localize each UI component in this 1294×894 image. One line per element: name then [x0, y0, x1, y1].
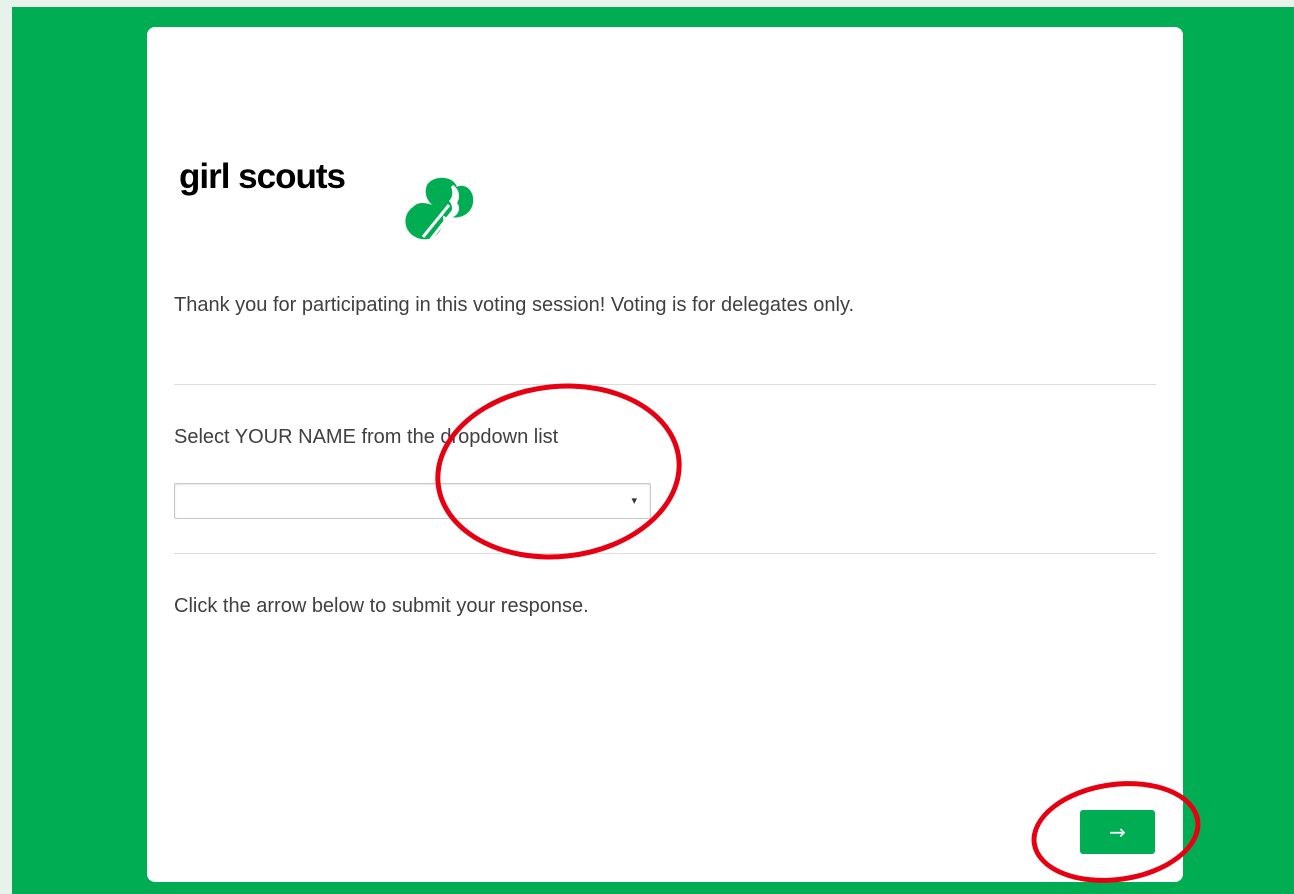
divider: [174, 553, 1156, 554]
logo-text: girl scouts: [179, 157, 346, 196]
trefoil-icon: [405, 177, 474, 240]
girl-scouts-logo: girl scouts: [179, 102, 474, 240]
submit-instruction: Click the arrow below to submit your res…: [174, 595, 589, 617]
divider: [174, 384, 1156, 385]
intro-text: Thank you for participating in this voti…: [174, 294, 855, 316]
